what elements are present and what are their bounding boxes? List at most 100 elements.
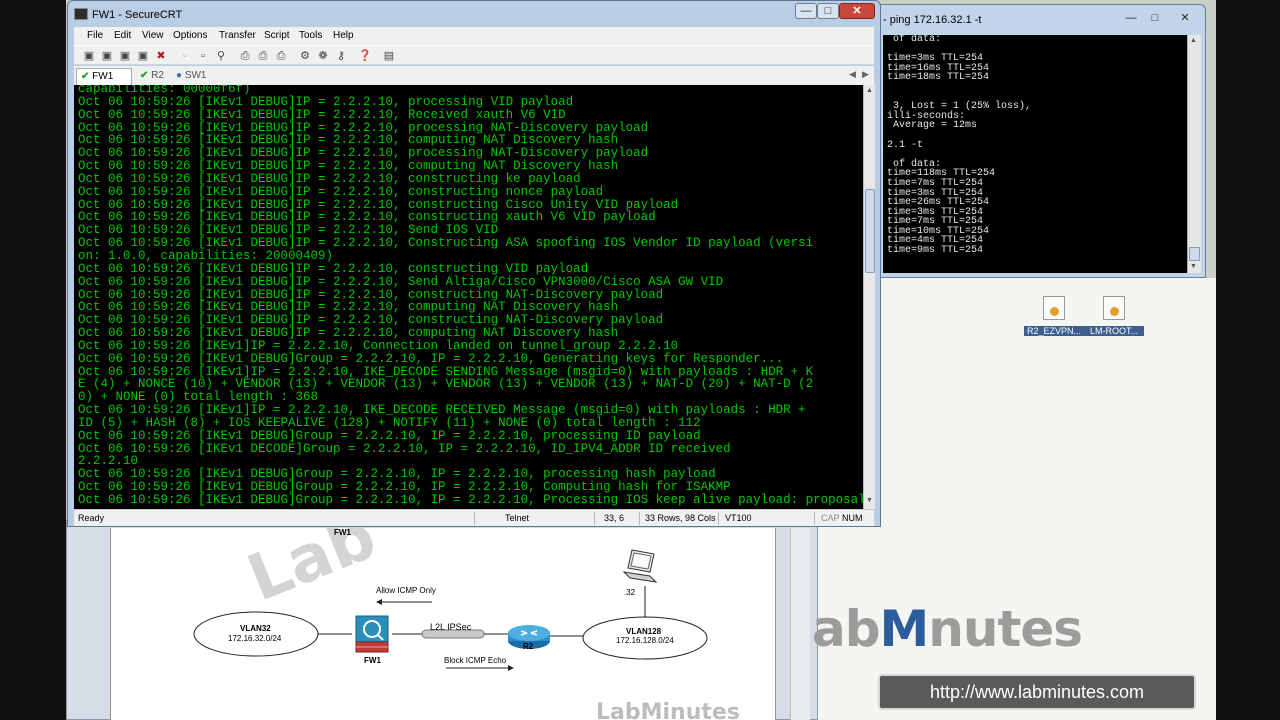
connect-tab-icon[interactable]: ▣: [118, 49, 132, 63]
document-scrollbar[interactable]: [790, 528, 810, 720]
tab-r2[interactable]: ✔ R2: [136, 68, 170, 85]
brand-accent: M: [879, 600, 930, 658]
block-icmp-label: Block ICMP Echo: [444, 656, 507, 665]
quick-connect-icon[interactable]: ▣: [100, 49, 114, 63]
vlan32-network: 172.16.32.0/24: [228, 634, 282, 643]
tab-fw1[interactable]: ✔ FW1 ✕: [76, 68, 132, 98]
print-icon[interactable]: ⎙: [238, 49, 252, 63]
menu-script[interactable]: Script: [264, 30, 290, 41]
terminal-line: Oct 06 10:59:26 [IKEv1 DEBUG]IP = 2.2.2.…: [78, 159, 619, 174]
brand-logo: abMnutes: [812, 600, 1083, 658]
left-black-bar: [0, 0, 66, 720]
terminal-line: Oct 06 10:59:26 [IKEv1 DEBUG]Group = 2.2…: [78, 351, 784, 366]
terminal-line: Oct 06 10:59:26 [IKEv1 DEBUG]Group = 2.2…: [78, 493, 863, 507]
router-label: R2: [523, 642, 534, 651]
certificate-icon: [1103, 296, 1125, 320]
brand-url: http://www.labminutes.com: [878, 674, 1196, 710]
certificate-icon: [1043, 296, 1065, 320]
cmd-console[interactable]: of data: time=3ms TTL=254 time=16ms TTL=2…: [883, 35, 1187, 273]
close-button[interactable]: ✕: [1173, 11, 1197, 27]
maximize-button[interactable]: □: [817, 3, 839, 19]
menu-transfer[interactable]: Transfer: [219, 30, 256, 41]
cmd-line: of data:: [887, 35, 942, 45]
window-title: FW1 - SecureCRT: [92, 9, 183, 21]
tab-sw1[interactable]: ● SW1: [172, 68, 212, 85]
firewall-label: FW1: [364, 656, 381, 665]
help-icon[interactable]: ❓: [358, 49, 372, 63]
tab-scroll-right-icon[interactable]: ▶: [862, 69, 869, 80]
scroll-down-icon[interactable]: ▼: [1188, 261, 1199, 273]
menu-options[interactable]: Options: [173, 30, 207, 41]
session-tabs: ✔ FW1 ✕ ✔ R2 ● SW1 ◀ ▶: [74, 66, 874, 98]
cmd-line: 2.1 -t: [887, 139, 924, 151]
cmd-line: [887, 83, 1031, 93]
menu-bar: File Edit View Options Transfer Script T…: [74, 27, 874, 45]
status-emulation: VT100: [725, 513, 752, 523]
connected-check-icon: ✔: [140, 70, 149, 81]
reconnect-icon[interactable]: ▣: [136, 49, 150, 63]
tunnel-label: L2L IPSec: [430, 622, 472, 632]
scroll-up-icon[interactable]: ▲: [1188, 35, 1199, 47]
menu-edit[interactable]: Edit: [114, 30, 131, 41]
desktop-icon-label: R2_EZVPN...: [1024, 326, 1084, 336]
scroll-up-icon[interactable]: ▲: [864, 85, 875, 97]
desktop-icon-lm-root[interactable]: LM-ROOT...: [1084, 296, 1144, 336]
securecrt-titlebar[interactable]: FW1 - SecureCRT — □ ✕: [68, 1, 880, 27]
terminal-scrollbar[interactable]: ▲ ▼: [863, 85, 875, 509]
toolbar: ▣ ▣ ▣ ▣ ✖ ▫ ▫ ⚲ ⎙ ⎙ ⎙ ⚙ ❁ ⚷ ❓ ▤: [74, 45, 874, 65]
find-icon[interactable]: ⚲: [214, 49, 228, 63]
laptop-ip-label: .32: [624, 588, 636, 597]
paste-icon[interactable]: ▫: [196, 49, 210, 63]
terminal-output: capabilities: 00000f6f) Oct 06 10:59:26 […: [78, 85, 863, 507]
menu-tools[interactable]: Tools: [299, 30, 322, 41]
terminal[interactable]: capabilities: 00000f6f) Oct 06 10:59:26 […: [74, 85, 863, 509]
tab-label: FW1: [92, 71, 114, 82]
brand-suffix: nutes: [928, 600, 1083, 658]
cmd-scroll-thumb[interactable]: [1189, 247, 1200, 261]
menu-file[interactable]: File: [87, 30, 103, 41]
status-num: NUM: [842, 513, 863, 523]
minimize-button[interactable]: —: [795, 3, 817, 19]
status-separator: [639, 512, 640, 525]
securecrt-window[interactable]: FW1 - SecureCRT — □ ✕ File Edit View Opt…: [67, 0, 881, 527]
tab-scroll-left-icon[interactable]: ◀: [849, 69, 856, 80]
cmd-scrollbar[interactable]: ▲ ▼: [1187, 35, 1201, 273]
terminal-line: Oct 06 10:59:26 [IKEv1 DEBUG]IP = 2.2.2.…: [78, 184, 604, 199]
vlan128-network: 172.16.128.0/24: [616, 636, 674, 645]
minimize-button[interactable]: —: [1119, 11, 1143, 27]
disconnected-icon: ●: [176, 70, 183, 81]
close-button[interactable]: ✕: [839, 3, 875, 19]
copy-icon[interactable]: ▫: [178, 49, 192, 63]
securecrt-app-icon: [74, 8, 88, 20]
status-caps: CAP: [821, 513, 840, 523]
maximize-button[interactable]: □: [1143, 11, 1167, 27]
cmd-output: of data: time=3ms TTL=254 time=16ms TTL=2…: [887, 35, 1031, 256]
print-selection-icon[interactable]: ⎙: [256, 49, 270, 63]
status-separator: [594, 512, 595, 525]
vlan128-name: VLAN128: [626, 627, 662, 636]
tab-label: R2: [151, 70, 164, 81]
cmd-line: time=9ms TTL=254: [887, 245, 984, 257]
menu-help[interactable]: Help: [333, 30, 354, 41]
session-options-icon[interactable]: ⚙: [298, 49, 312, 63]
brand-prefix: ab: [812, 600, 881, 658]
sftp-icon[interactable]: ▤: [382, 49, 396, 63]
keymap-icon[interactable]: ⚷: [334, 49, 348, 63]
cmd-title: - ping 172.16.32.1 -t: [883, 14, 982, 26]
disconnect-icon[interactable]: ✖: [154, 49, 168, 63]
desktop-icon-r2-ezvpn[interactable]: R2_EZVPN...: [1024, 296, 1084, 336]
menu-view[interactable]: View: [142, 30, 164, 41]
connect-icon[interactable]: ▣: [82, 49, 96, 63]
status-cursor: 33, 6: [604, 513, 625, 523]
fw-top-label: FW1: [334, 528, 351, 537]
scroll-down-icon[interactable]: ▼: [864, 495, 875, 507]
status-separator: [814, 512, 815, 525]
print-setup-icon[interactable]: ⎙: [274, 49, 288, 63]
cmd-window[interactable]: - ping 172.16.32.1 -t — □ ✕ of data: tim…: [876, 4, 1206, 278]
topology-diagram: Lab LabMinutes FW1 VLAN32 172.16.32.0/24…: [110, 499, 776, 720]
status-protocol: Telnet: [505, 513, 530, 523]
cmd-titlebar[interactable]: - ping 172.16.32.1 -t — □ ✕: [877, 5, 1205, 33]
terminal-scroll-thumb[interactable]: [865, 189, 875, 273]
cmd-line: time=18ms TTL=254: [887, 72, 990, 84]
global-options-icon[interactable]: ❁: [316, 49, 330, 63]
